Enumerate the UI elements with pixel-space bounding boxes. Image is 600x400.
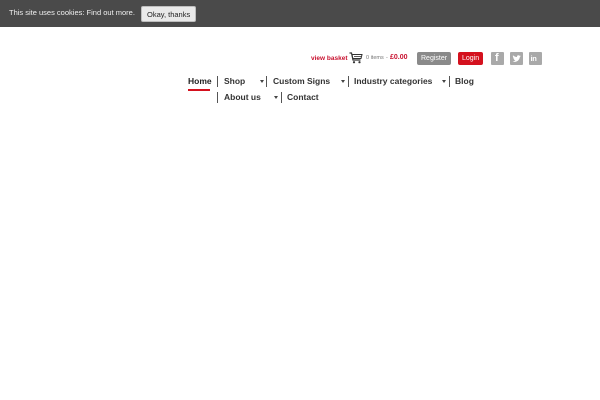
utility-bar: view basket 0 items - £0.00 Register Log… (0, 52, 600, 66)
chevron-down-icon[interactable] (442, 80, 446, 83)
shopping-cart-icon[interactable] (349, 52, 363, 64)
basket-separator: - (386, 55, 388, 61)
chevron-down-icon[interactable] (341, 80, 345, 83)
nav-item-contact[interactable]: Contact (287, 92, 319, 102)
twitter-icon[interactable] (510, 52, 523, 65)
nav-separator (449, 76, 450, 87)
cookie-find-out-more-link[interactable]: Find out more. (87, 8, 135, 17)
cookie-bar: This site uses cookies: Find out more. O… (0, 0, 600, 27)
nav-separator (217, 92, 218, 103)
cookie-message-text: This site uses cookies: (9, 8, 85, 17)
linkedin-icon[interactable]: in (529, 52, 542, 65)
register-button[interactable]: Register (417, 52, 452, 65)
nav-separator (281, 92, 282, 103)
basket-item-count: 0 items (366, 55, 384, 61)
nav-item-shop[interactable]: Shop (224, 76, 245, 86)
nav-separator (348, 76, 349, 87)
nav-item-industry-categories[interactable]: Industry categories (354, 76, 432, 86)
cookie-message: This site uses cookies: Find out more. (9, 8, 135, 17)
chevron-down-icon[interactable] (260, 80, 264, 83)
nav-item-home[interactable]: Home (188, 76, 212, 86)
nav-item-about-us[interactable]: About us (224, 92, 261, 102)
nav-separator (266, 76, 267, 87)
login-button[interactable]: Login (458, 52, 484, 65)
nav-active-indicator (188, 89, 210, 91)
facebook-icon[interactable]: f (491, 52, 504, 65)
basket-total: £0.00 (390, 54, 408, 61)
nav-item-blog[interactable]: Blog (455, 76, 474, 86)
nav-item-custom-signs[interactable]: Custom Signs (273, 76, 330, 86)
nav-separator (217, 76, 218, 87)
view-basket-link[interactable]: view basket (311, 55, 348, 62)
cookie-accept-button[interactable]: Okay, thanks (141, 6, 197, 22)
chevron-down-icon[interactable] (274, 96, 278, 99)
